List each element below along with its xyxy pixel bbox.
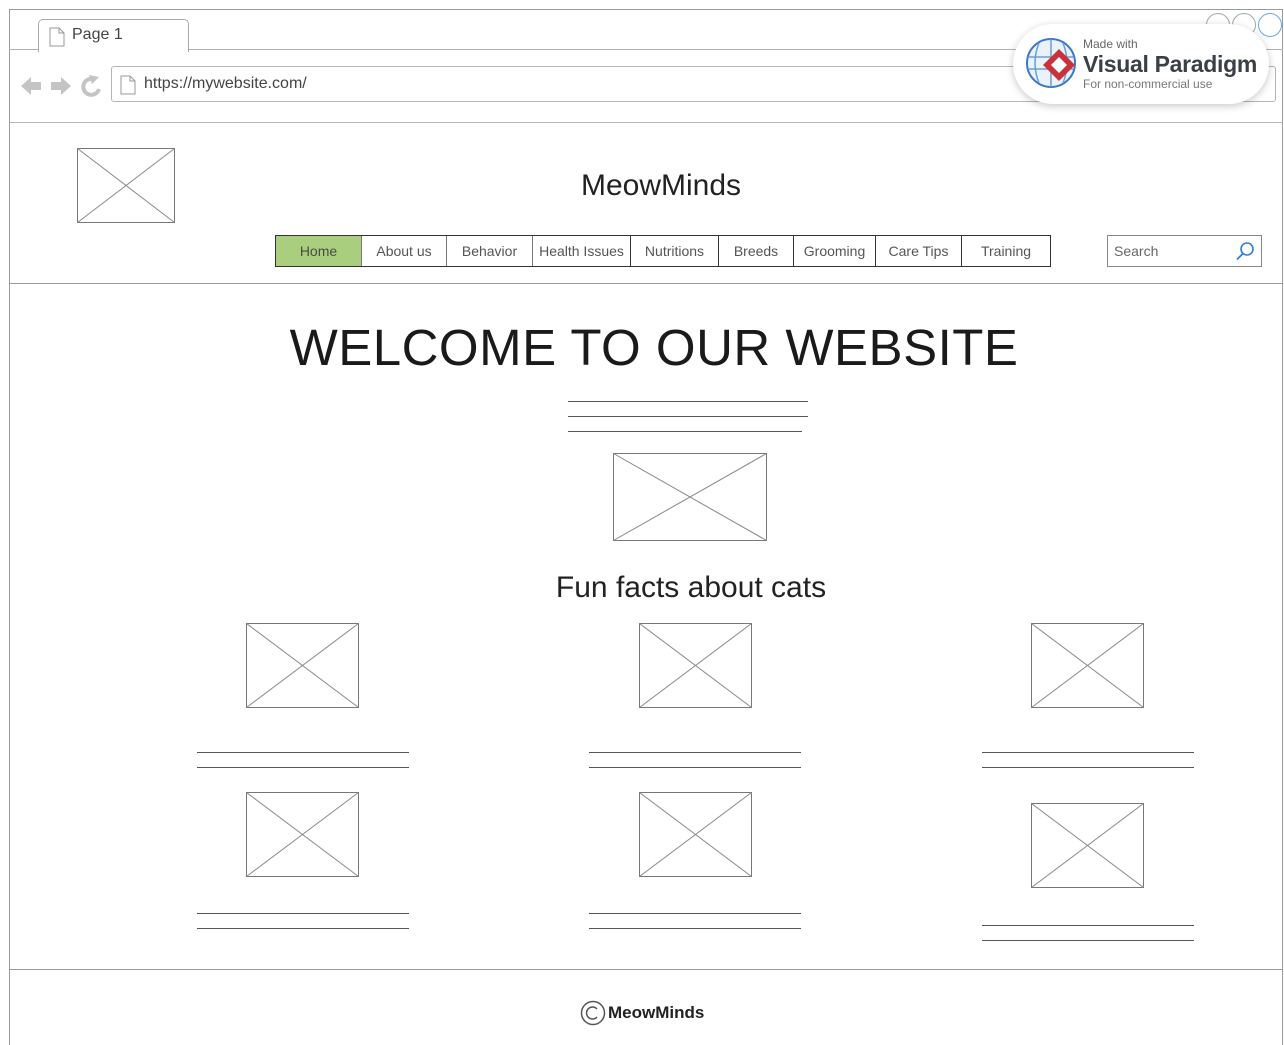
copyright-icon <box>580 1000 606 1026</box>
nav-item-health-issues[interactable]: Health Issues <box>533 236 631 266</box>
forward-arrow-icon[interactable] <box>51 77 71 95</box>
footer-divider <box>9 969 1283 970</box>
main-navigation: Home About us Behavior Health Issues Nut… <box>275 235 1051 267</box>
nav-controls <box>19 73 105 104</box>
text-placeholder-line <box>982 940 1194 941</box>
tab-strip-line <box>9 49 38 50</box>
text-placeholder-line <box>197 752 409 753</box>
text-placeholder-line <box>568 416 808 417</box>
hero-heading: WELCOME TO OUR WEBSITE <box>289 319 1019 376</box>
header-divider <box>9 283 1283 284</box>
text-placeholder-line <box>982 767 1194 768</box>
nav-item-care-tips[interactable]: Care Tips <box>876 236 962 266</box>
text-placeholder-line <box>589 752 801 753</box>
reload-icon[interactable] <box>81 75 101 97</box>
search-input[interactable]: Search <box>1107 235 1262 267</box>
watermark-made-with: Made with <box>1083 37 1138 51</box>
url-text: https://mywebsite.com/ <box>144 75 307 92</box>
text-placeholder-line <box>197 913 409 914</box>
search-placeholder: Search <box>1114 243 1159 259</box>
nav-item-home[interactable]: Home <box>276 236 362 266</box>
page-icon <box>120 75 136 100</box>
nav-item-breeds[interactable]: Breeds <box>719 236 794 266</box>
browser-tab[interactable]: Page 1 <box>38 19 189 52</box>
text-placeholder-line <box>982 752 1194 753</box>
footer-brand: MeowMinds <box>608 1003 705 1022</box>
site-title: MeowMinds <box>580 169 742 202</box>
footer: MeowMinds <box>580 1000 704 1026</box>
fact-image-placeholder <box>246 792 360 878</box>
text-placeholder-line <box>589 913 801 914</box>
back-arrow-icon[interactable] <box>21 77 41 95</box>
nav-item-grooming[interactable]: Grooming <box>794 236 876 266</box>
nav-item-behavior[interactable]: Behavior <box>447 236 533 266</box>
fact-image-placeholder <box>246 623 360 709</box>
fun-facts-heading: Fun facts about cats <box>555 571 827 604</box>
text-placeholder-line <box>568 401 808 402</box>
text-placeholder-line <box>568 431 802 432</box>
nav-item-nutritions[interactable]: Nutritions <box>631 236 719 266</box>
text-placeholder-line <box>589 767 801 768</box>
fact-image-placeholder <box>1031 623 1145 709</box>
watermark-brand: Visual Paradigm <box>1083 51 1258 77</box>
text-placeholder-line <box>589 928 801 929</box>
fact-image-placeholder <box>1031 803 1145 889</box>
chrome-divider <box>9 122 1283 123</box>
hero-image-placeholder <box>613 453 768 542</box>
watermark-badge: Made with Visual Paradigm For non-commer… <box>1013 24 1269 104</box>
search-icon[interactable] <box>1235 241 1255 266</box>
fact-image-placeholder <box>639 792 753 878</box>
globe-logo-icon <box>1025 35 1081 98</box>
close-button[interactable] <box>1258 13 1282 37</box>
nav-item-about-us[interactable]: About us <box>362 236 447 266</box>
nav-item-training[interactable]: Training <box>962 236 1050 266</box>
page-icon <box>49 27 65 52</box>
text-placeholder-line <box>197 767 409 768</box>
text-placeholder-line <box>197 928 409 929</box>
tab-label: Page 1 <box>72 26 123 43</box>
fact-image-placeholder <box>639 623 753 709</box>
watermark-note: For non-commercial use <box>1083 77 1213 91</box>
text-placeholder-line <box>982 925 1194 926</box>
